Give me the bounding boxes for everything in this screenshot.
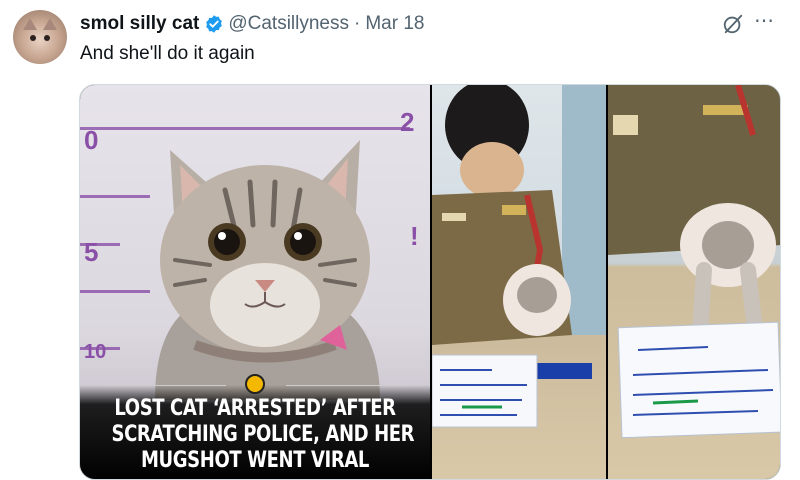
avatar-ear-left: [23, 18, 37, 30]
verified-badge-icon: [206, 15, 223, 33]
height-mark: 5: [84, 237, 99, 267]
caption-line-1: LOST CAT ‘ARRESTED’ AFTER: [114, 396, 396, 421]
avatar-eye-left: [30, 35, 36, 41]
officer-photo-2[interactable]: [608, 85, 780, 479]
cat-illustration: [155, 140, 380, 400]
media-grid[interactable]: 0 2 5 ! 10 LOST CAT ‘ARRESTED’ AFTER SCR…: [79, 84, 781, 480]
news-logo-icon: [245, 374, 265, 394]
separator: ·: [354, 13, 361, 34]
caption-line-2: SCRATCHING POLICE, AND HER: [111, 422, 415, 447]
pawprint-illustration: [608, 85, 780, 439]
height-mark: !: [410, 221, 419, 251]
avatar[interactable]: [13, 10, 67, 64]
height-mark: 2: [400, 107, 415, 137]
mugshot-image[interactable]: 0 2 5 ! 10 LOST CAT ‘ARRESTED’ AFTER SCR…: [80, 85, 430, 479]
display-name[interactable]: smol silly cat: [80, 12, 199, 36]
grok-icon[interactable]: [722, 13, 744, 35]
tweet-date[interactable]: Mar 18: [365, 12, 424, 36]
officer-photo-1[interactable]: [432, 85, 606, 479]
caption-line-3: MUGSHOT WENT VIRAL: [141, 448, 369, 473]
handle[interactable]: @Catsillyness: [228, 12, 349, 36]
height-mark: 10: [84, 341, 107, 363]
avatar-ear-right: [43, 18, 57, 30]
more-icon[interactable]: ⋯: [754, 8, 775, 33]
tweet-text: And she'll do it again: [80, 43, 255, 64]
officer-illustration: [432, 85, 606, 428]
tweet-header: smol silly cat @Catsillyness · Mar 18: [80, 12, 424, 36]
caption-divider: [106, 385, 226, 386]
caption-text: LOST CAT ‘ARRESTED’ AFTER SCRATCHING POL…: [111, 396, 415, 474]
caption-divider: [286, 385, 406, 386]
height-mark: 0: [84, 125, 99, 155]
avatar-eye-right: [44, 35, 50, 41]
